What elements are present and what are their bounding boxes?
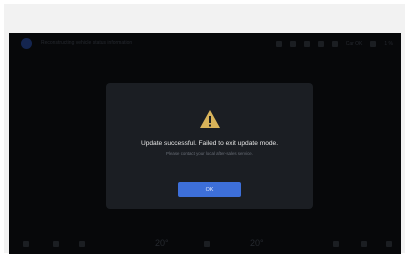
dialog-title: Update successful. Failed to exit update… <box>140 140 279 147</box>
warning-triangle-icon <box>200 110 220 128</box>
ok-button[interactable]: OK <box>178 182 241 197</box>
update-error-dialog: Update successful. Failed to exit update… <box>106 83 313 209</box>
dialog-subtitle: Please contact your local after-sales se… <box>166 151 253 156</box>
vehicle-display: Reconstructing vehicle status informatio… <box>9 33 401 254</box>
